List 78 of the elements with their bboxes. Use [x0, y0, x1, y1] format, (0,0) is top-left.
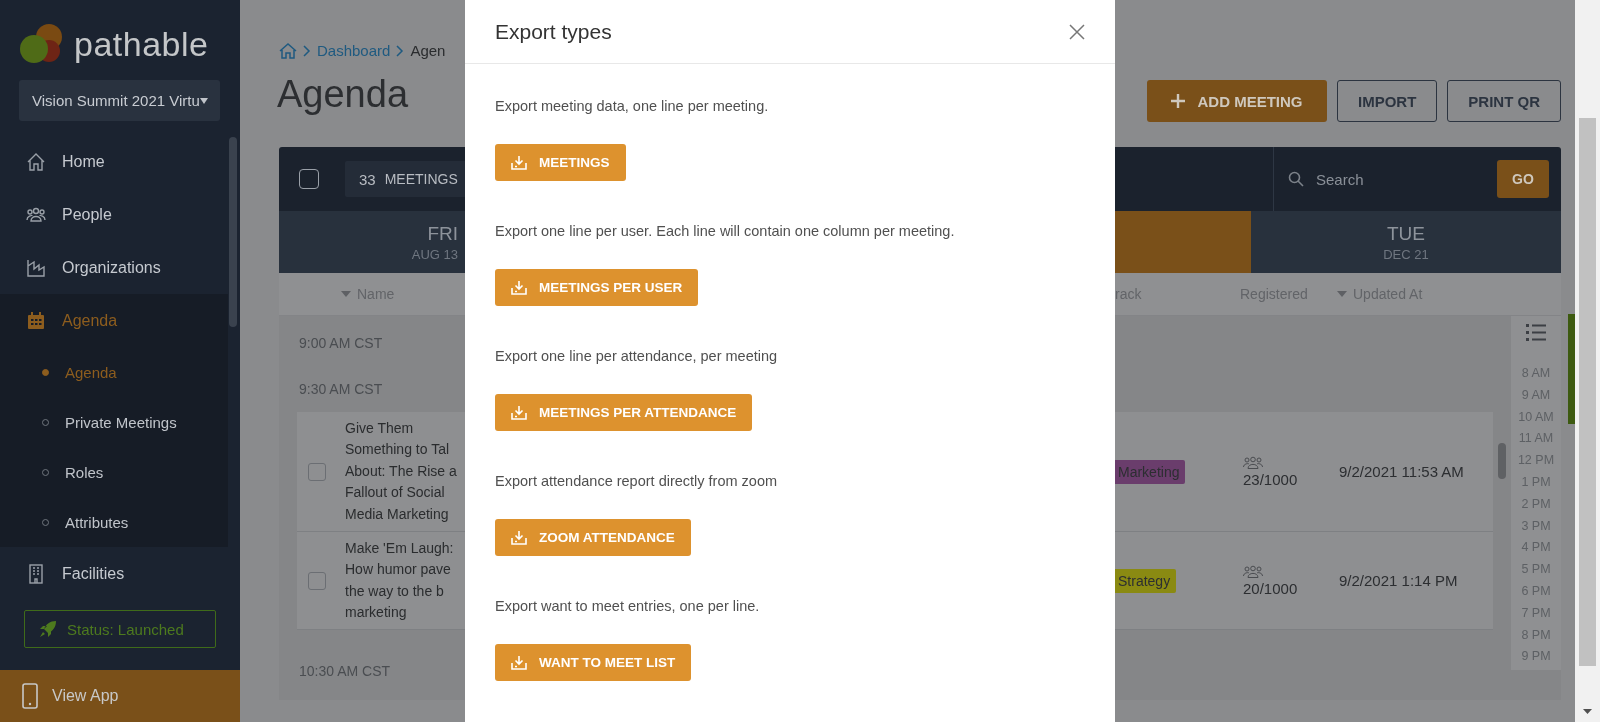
- search-icon: [1288, 171, 1304, 187]
- people-icon: [1243, 564, 1263, 578]
- rocket-icon: [39, 620, 57, 638]
- page-scrollbar[interactable]: [1575, 0, 1600, 722]
- time-slot-heading: 10:30 AM CST: [298, 662, 392, 681]
- chevron-icon: [396, 44, 405, 57]
- export-button[interactable]: ZOOM ATTENDANCE: [495, 519, 691, 556]
- meeting-title: Make 'Em Laugh: How humor pave the way to the b marketing: [345, 538, 454, 622]
- arrow-down-icon[interactable]: [1583, 709, 1592, 714]
- action-button[interactable]: IMPORT: [1337, 80, 1438, 122]
- sort-caret-icon: [1337, 291, 1347, 297]
- export-button[interactable]: WANT TO MEET LIST: [495, 644, 692, 681]
- export-description: Export meeting data, one line per meeting.: [495, 97, 770, 116]
- updated-at: 9/2/2021 11:53 AM: [1339, 463, 1464, 480]
- nav-subitem[interactable]: Roles: [0, 447, 228, 497]
- nav-item[interactable]: Home: [0, 135, 228, 188]
- row-checkbox[interactable]: [308, 571, 326, 590]
- download-icon: [511, 280, 527, 295]
- home-icon[interactable]: [279, 42, 297, 59]
- export-button[interactable]: MEETINGS PER ATTENDANCE: [495, 394, 753, 431]
- download-icon: [511, 530, 527, 545]
- download-icon: [511, 655, 527, 670]
- dialog-title: Export types: [495, 19, 612, 44]
- home-icon: [26, 151, 46, 172]
- event-selector[interactable]: Vision Summit 2021 Virtu: [19, 80, 220, 121]
- action-button[interactable]: PRINT QR: [1447, 80, 1561, 122]
- nav-item[interactable]: People: [0, 188, 228, 241]
- status-badge: Status: Launched: [24, 610, 216, 648]
- export-description: Export want to meet entries, one per line.: [495, 597, 761, 616]
- scrollbar-thumb[interactable]: [229, 137, 237, 327]
- chart-icon: [26, 257, 46, 278]
- view-app-button[interactable]: View App: [0, 670, 240, 722]
- building-icon: [26, 563, 46, 584]
- nav-subitem[interactable]: Attributes: [0, 497, 228, 547]
- select-all-checkbox[interactable]: [299, 169, 319, 189]
- caret-icon: [200, 97, 208, 104]
- list-icon[interactable]: [1526, 324, 1546, 341]
- page-title: Agenda: [277, 73, 409, 116]
- side-tab[interactable]: [1568, 314, 1575, 424]
- action-button[interactable]: ADD MEETING: [1147, 80, 1327, 122]
- export-description: Export one line per attendance, per meeting: [495, 347, 779, 366]
- nav-item[interactable]: Agenda: [0, 294, 228, 347]
- registered-count: 20/1000: [1243, 579, 1299, 597]
- export-description: Export attendance report directly from zoom: [495, 472, 779, 491]
- phone-icon: [22, 683, 38, 709]
- breadcrumb-link[interactable]: Dashboard: [317, 42, 391, 59]
- count-label: MEETINGS: [384, 171, 458, 187]
- close-icon[interactable]: [1069, 23, 1085, 40]
- meeting-title: Give Them Something to Tal About: The Rise a Fallout of Social Media Marketing: [345, 418, 457, 524]
- go-button[interactable]: GO: [1497, 160, 1549, 198]
- scrollbar-thumb[interactable]: [1498, 443, 1506, 479]
- nav-subitem[interactable]: Agenda: [0, 347, 228, 397]
- export-button[interactable]: MEETINGS PER USER: [495, 269, 699, 306]
- meeting-row[interactable]: Make 'Em Laugh: How humor pave the way to the b marketing: [297, 532, 465, 630]
- sort-caret-icon: [341, 291, 351, 297]
- export-button[interactable]: MEETINGS: [495, 144, 626, 181]
- nav-item[interactable]: Organizations: [0, 241, 228, 294]
- nav-item[interactable]: Facilities: [0, 547, 228, 600]
- chevron-icon: [303, 44, 311, 57]
- calendar-icon: [26, 310, 46, 331]
- nav-subitem[interactable]: Private Meetings: [0, 397, 228, 447]
- people-icon: [1243, 455, 1263, 469]
- track-tag: Strategy: [1115, 569, 1177, 593]
- registered-count: 23/1000: [1243, 470, 1299, 488]
- time-slot-heading: 9:30 AM CST: [298, 380, 384, 399]
- track-tag: Marketing: [1115, 460, 1186, 484]
- row-checkbox[interactable]: [308, 462, 326, 481]
- download-icon: [511, 155, 527, 170]
- plus-icon: [1171, 94, 1186, 108]
- export-description: Export one line per user. Each line will contain one column per meeting.: [495, 222, 956, 241]
- time-slot-heading: 9:00 AM CST: [298, 334, 384, 353]
- breadcrumb-current: Agen: [410, 42, 446, 59]
- logo-text: pathable: [74, 24, 209, 64]
- updated-at: 9/2/2021 1:14 PM: [1339, 572, 1458, 589]
- day-tab[interactable]: [1115, 211, 1251, 273]
- download-icon: [511, 405, 527, 420]
- meeting-row[interactable]: Give Them Something to Tal About: The Rise a Fallout of Social Media Marketing: [297, 412, 465, 532]
- count-number: 33: [359, 170, 376, 188]
